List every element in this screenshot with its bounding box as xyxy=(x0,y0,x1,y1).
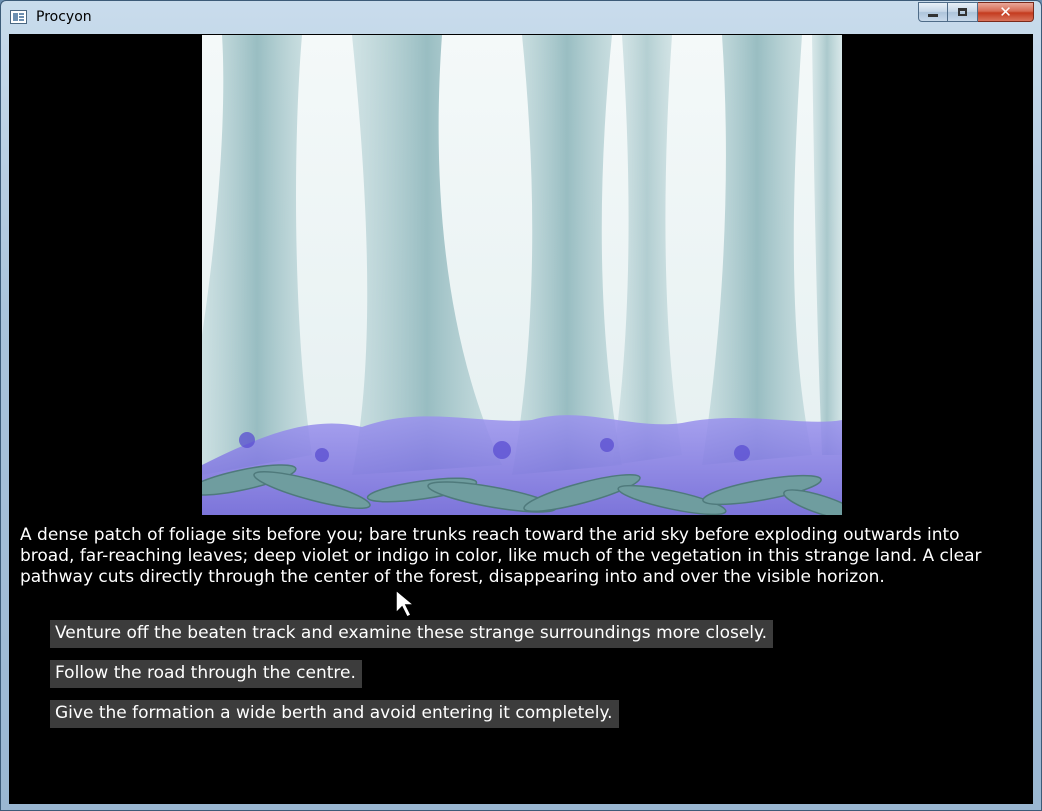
narration-text: A dense patch of foliage sits before you… xyxy=(20,525,982,587)
window-title: Procyon xyxy=(36,9,92,25)
choice-option[interactable]: Venture off the beaten track and examine… xyxy=(50,620,774,648)
maximize-icon xyxy=(958,8,967,16)
mouse-cursor-icon xyxy=(395,589,417,619)
game-viewport: A dense patch of foliage sits before you… xyxy=(9,34,1033,804)
minimize-button[interactable] xyxy=(918,2,948,22)
choice-list: Venture off the beaten track and examine… xyxy=(50,620,774,740)
maximize-button[interactable] xyxy=(948,2,978,22)
close-button[interactable]: ✕ xyxy=(978,2,1034,22)
game-window: Procyon ✕ A dense patch of foliage sits … xyxy=(0,0,1042,811)
scene-illustration xyxy=(202,35,842,515)
minimize-icon xyxy=(928,13,938,17)
close-icon: ✕ xyxy=(999,2,1012,21)
title-bar[interactable]: Procyon ✕ xyxy=(1,1,1041,34)
choice-option[interactable]: Give the formation a wide berth and avoi… xyxy=(50,700,619,728)
choice-option[interactable]: Follow the road through the centre. xyxy=(50,660,362,688)
app-icon[interactable] xyxy=(10,10,27,24)
window-controls: ✕ xyxy=(918,2,1034,23)
